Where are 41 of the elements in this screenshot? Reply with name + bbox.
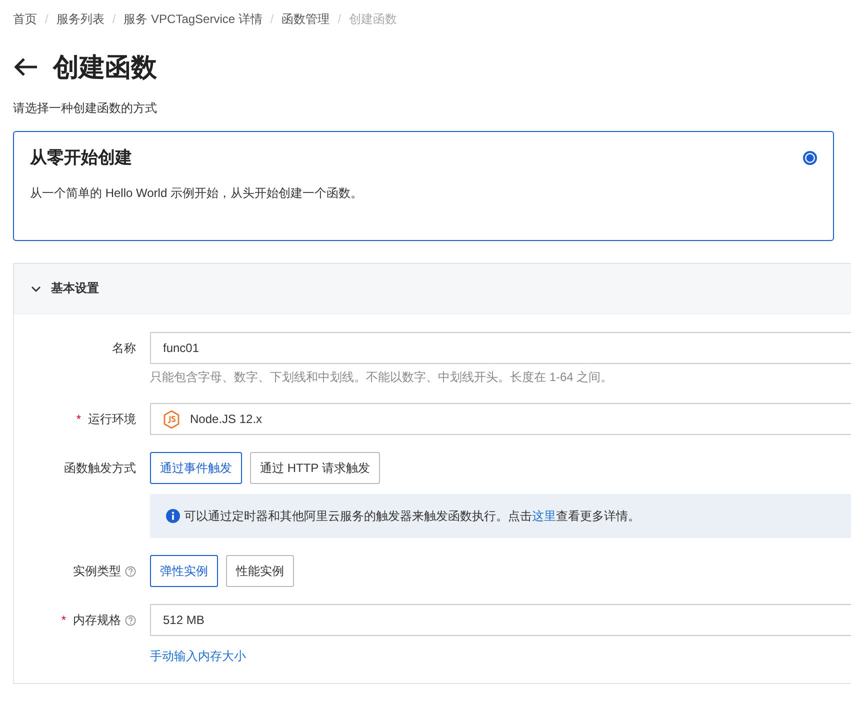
breadcrumb-link[interactable]: 函数管理: [282, 10, 330, 28]
input-field[interactable]: 512 MB: [150, 604, 851, 636]
field-label: 内存规格: [73, 612, 121, 628]
breadcrumb-link[interactable]: 服务 VPCTagService 详情: [124, 10, 262, 28]
input-field[interactable]: func01: [150, 332, 851, 364]
page-title: 创建函数: [53, 50, 157, 84]
breadcrumb-link[interactable]: 首页: [13, 10, 37, 28]
option-button[interactable]: 弹性实例: [150, 555, 218, 587]
breadcrumb-separator: /: [338, 12, 342, 26]
runtime-select[interactable]: Node.JS 12.x: [150, 403, 851, 435]
field-label: 实例类型: [73, 562, 121, 580]
js-icon: [163, 410, 180, 428]
here-link[interactable]: 这里: [532, 508, 556, 522]
radio-button[interactable]: [803, 150, 817, 164]
option-button[interactable]: 通过 HTTP 请求触发: [250, 452, 380, 484]
info-icon: [166, 509, 180, 523]
section-title: 基本设置: [51, 280, 99, 297]
runtime-value: Node.JS 12.x: [190, 412, 262, 426]
manual-input-link[interactable]: 手动输入内存大小: [150, 648, 246, 665]
section-header[interactable]: 基本设置: [14, 264, 851, 314]
breadcrumb-separator: /: [45, 12, 48, 26]
breadcrumb-separator: /: [270, 12, 274, 26]
chevron-icon: [31, 284, 41, 292]
field-label: 函数触发方式: [64, 460, 136, 476]
required-mark: *: [76, 412, 81, 426]
field-label: 名称: [112, 340, 136, 356]
field-label: 运行环境: [88, 410, 136, 428]
help-icon[interactable]: [125, 614, 136, 626]
option-card[interactable]: 从零开始创建 从一个简单的 Hello World 示例开始，从头开始创建一个函数。: [13, 131, 834, 241]
card-description: 从一个简单的 Hello World 示例开始，从头开始创建一个函数。: [30, 185, 364, 202]
notice-text: 可以通过定时器和其他阿里云服务的触发器来触发函数执行。点击这里查看更多详情。: [184, 508, 640, 524]
hint-text: 只能包含字母、数字、下划线和中划线。不能以数字、中划线开头。长度在 1-64 之间。: [150, 369, 614, 386]
option-button[interactable]: 性能实例: [226, 555, 294, 587]
breadcrumb-link[interactable]: 服务列表: [56, 10, 104, 28]
help-icon[interactable]: [125, 566, 136, 576]
option-button[interactable]: 通过事件触发: [150, 452, 242, 484]
breadcrumb-separator: /: [112, 12, 116, 26]
card-title: 从零开始创建: [30, 147, 132, 169]
required-mark: *: [61, 613, 66, 627]
back-arrow-icon[interactable]: [13, 57, 39, 77]
instruction-text: 请选择一种创建函数的方式: [13, 100, 158, 116]
